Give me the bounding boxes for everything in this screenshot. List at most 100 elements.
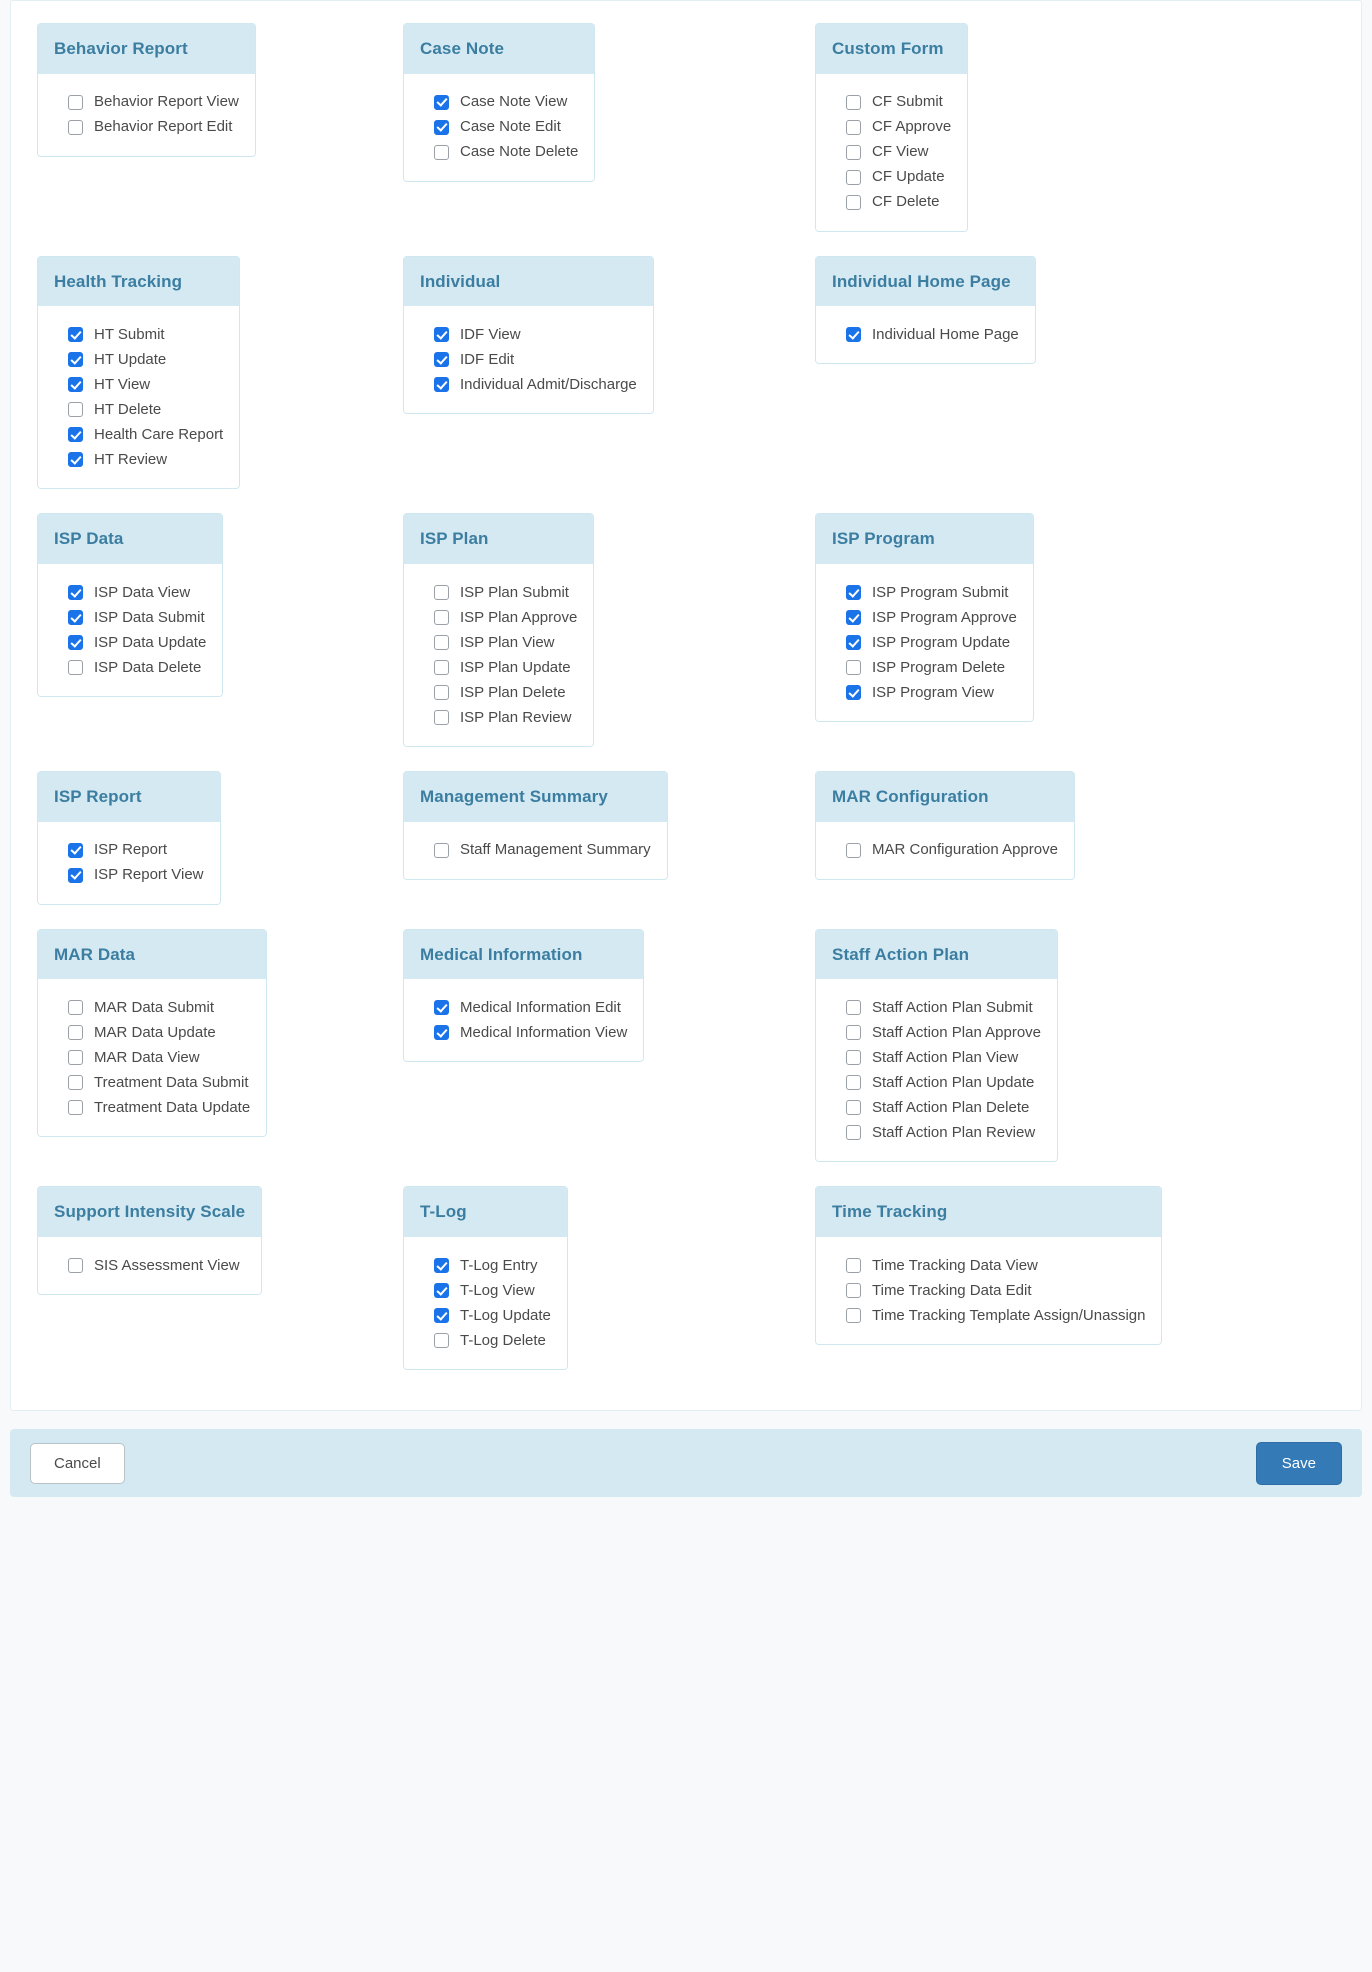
permission-checkbox-row[interactable]: SIS Assessment View [54, 1253, 245, 1278]
checkbox-unchecked-icon[interactable] [846, 1258, 861, 1274]
checkbox-unchecked-icon[interactable] [846, 660, 861, 676]
permission-checkbox-row[interactable]: ISP Report [54, 838, 204, 863]
permission-checkbox-row[interactable]: Time Tracking Template Assign/Unassign [832, 1303, 1145, 1328]
checkbox-unchecked-icon[interactable] [846, 1283, 861, 1299]
checkbox-checked-icon[interactable] [68, 452, 83, 468]
checkbox-checked-icon[interactable] [68, 867, 83, 883]
checkbox-checked-icon[interactable] [846, 610, 861, 626]
checkbox-checked-icon[interactable] [434, 119, 449, 135]
permission-checkbox-row[interactable]: IDF Edit [420, 347, 637, 372]
checkbox-checked-icon[interactable] [68, 427, 83, 443]
permission-checkbox-row[interactable]: T-Log Update [420, 1303, 551, 1328]
checkbox-unchecked-icon[interactable] [434, 144, 449, 160]
permission-checkbox-row[interactable]: MAR Configuration Approve [832, 838, 1058, 863]
permission-checkbox-row[interactable]: ISP Plan Submit [420, 580, 577, 605]
permission-checkbox-row[interactable]: T-Log Delete [420, 1328, 551, 1353]
save-button[interactable]: Save [1255, 1441, 1342, 1485]
permission-checkbox-row[interactable]: HT Submit [54, 322, 223, 347]
permission-checkbox-row[interactable]: Staff Action Plan View [832, 1045, 1041, 1070]
checkbox-unchecked-icon[interactable] [846, 1000, 861, 1016]
permission-checkbox-row[interactable]: IDF View [420, 322, 637, 347]
permission-checkbox-row[interactable]: Health Care Report [54, 422, 223, 447]
permission-checkbox-row[interactable]: CF Delete [832, 190, 951, 215]
checkbox-unchecked-icon[interactable] [68, 1075, 83, 1091]
permission-checkbox-row[interactable]: Staff Action Plan Submit [832, 995, 1041, 1020]
permission-checkbox-row[interactable]: ISP Plan Update [420, 655, 577, 680]
checkbox-checked-icon[interactable] [434, 1283, 449, 1299]
permission-checkbox-row[interactable]: Behavior Report View [54, 90, 239, 115]
checkbox-unchecked-icon[interactable] [846, 169, 861, 185]
checkbox-checked-icon[interactable] [846, 585, 861, 601]
permission-checkbox-row[interactable]: MAR Data View [54, 1045, 250, 1070]
permission-checkbox-row[interactable]: ISP Program Submit [832, 580, 1017, 605]
checkbox-checked-icon[interactable] [68, 610, 83, 626]
checkbox-checked-icon[interactable] [68, 635, 83, 651]
checkbox-unchecked-icon[interactable] [434, 710, 449, 726]
permission-checkbox-row[interactable]: Treatment Data Submit [54, 1070, 250, 1095]
permission-checkbox-row[interactable]: Case Note Delete [420, 140, 578, 165]
permission-checkbox-row[interactable]: ISP Data Delete [54, 655, 206, 680]
checkbox-checked-icon[interactable] [846, 327, 861, 343]
permission-checkbox-row[interactable]: ISP Plan View [420, 630, 577, 655]
checkbox-unchecked-icon[interactable] [846, 194, 861, 210]
checkbox-unchecked-icon[interactable] [434, 842, 449, 858]
permission-checkbox-row[interactable]: Time Tracking Data View [832, 1253, 1145, 1278]
permission-checkbox-row[interactable]: HT Review [54, 447, 223, 472]
permission-checkbox-row[interactable]: Behavior Report Edit [54, 115, 239, 140]
checkbox-unchecked-icon[interactable] [846, 1025, 861, 1041]
checkbox-checked-icon[interactable] [434, 1025, 449, 1041]
permission-checkbox-row[interactable]: ISP Program Delete [832, 655, 1017, 680]
permission-checkbox-row[interactable]: MAR Data Submit [54, 995, 250, 1020]
checkbox-checked-icon[interactable] [68, 327, 83, 343]
permission-checkbox-row[interactable]: ISP Data Update [54, 630, 206, 655]
permission-checkbox-row[interactable]: T-Log View [420, 1278, 551, 1303]
permission-checkbox-row[interactable]: Individual Home Page [832, 322, 1019, 347]
permission-checkbox-row[interactable]: HT Update [54, 347, 223, 372]
permission-checkbox-row[interactable]: Staff Action Plan Review [832, 1120, 1041, 1145]
permission-checkbox-row[interactable]: Treatment Data Update [54, 1095, 250, 1120]
permission-checkbox-row[interactable]: ISP Report View [54, 863, 204, 888]
checkbox-unchecked-icon[interactable] [846, 144, 861, 160]
checkbox-checked-icon[interactable] [434, 1258, 449, 1274]
checkbox-unchecked-icon[interactable] [68, 1258, 83, 1274]
permission-checkbox-row[interactable]: Staff Action Plan Update [832, 1070, 1041, 1095]
checkbox-unchecked-icon[interactable] [434, 685, 449, 701]
permission-checkbox-row[interactable]: Staff Action Plan Approve [832, 1020, 1041, 1045]
permission-checkbox-row[interactable]: ISP Plan Review [420, 705, 577, 730]
checkbox-checked-icon[interactable] [434, 352, 449, 368]
permission-checkbox-row[interactable]: CF Approve [832, 115, 951, 140]
permission-checkbox-row[interactable]: Staff Management Summary [420, 838, 651, 863]
checkbox-checked-icon[interactable] [68, 352, 83, 368]
checkbox-unchecked-icon[interactable] [68, 402, 83, 418]
permission-checkbox-row[interactable]: Medical Information View [420, 1020, 627, 1045]
checkbox-checked-icon[interactable] [434, 377, 449, 393]
checkbox-unchecked-icon[interactable] [846, 1100, 861, 1116]
permission-checkbox-row[interactable]: Case Note Edit [420, 115, 578, 140]
permission-checkbox-row[interactable]: MAR Data Update [54, 1020, 250, 1045]
permission-checkbox-row[interactable]: CF Update [832, 165, 951, 190]
permission-checkbox-row[interactable]: ISP Program Approve [832, 605, 1017, 630]
permission-checkbox-row[interactable]: ISP Program View [832, 680, 1017, 705]
checkbox-unchecked-icon[interactable] [846, 119, 861, 135]
checkbox-unchecked-icon[interactable] [434, 1333, 449, 1349]
checkbox-unchecked-icon[interactable] [68, 1025, 83, 1041]
permission-checkbox-row[interactable]: ISP Data Submit [54, 605, 206, 630]
permission-checkbox-row[interactable]: HT View [54, 372, 223, 397]
checkbox-unchecked-icon[interactable] [846, 1308, 861, 1324]
checkbox-unchecked-icon[interactable] [68, 119, 83, 135]
checkbox-checked-icon[interactable] [68, 377, 83, 393]
permission-checkbox-row[interactable]: Time Tracking Data Edit [832, 1278, 1145, 1303]
permission-checkbox-row[interactable]: ISP Plan Approve [420, 605, 577, 630]
checkbox-checked-icon[interactable] [434, 94, 449, 110]
checkbox-checked-icon[interactable] [846, 685, 861, 701]
permission-checkbox-row[interactable]: ISP Plan Delete [420, 680, 577, 705]
permission-checkbox-row[interactable]: ISP Program Update [832, 630, 1017, 655]
checkbox-unchecked-icon[interactable] [846, 842, 861, 858]
permission-checkbox-row[interactable]: Staff Action Plan Delete [832, 1095, 1041, 1120]
permission-checkbox-row[interactable]: CF View [832, 140, 951, 165]
permission-checkbox-row[interactable]: ISP Data View [54, 580, 206, 605]
checkbox-unchecked-icon[interactable] [68, 1050, 83, 1066]
checkbox-checked-icon[interactable] [434, 327, 449, 343]
checkbox-checked-icon[interactable] [434, 1308, 449, 1324]
permission-checkbox-row[interactable]: T-Log Entry [420, 1253, 551, 1278]
